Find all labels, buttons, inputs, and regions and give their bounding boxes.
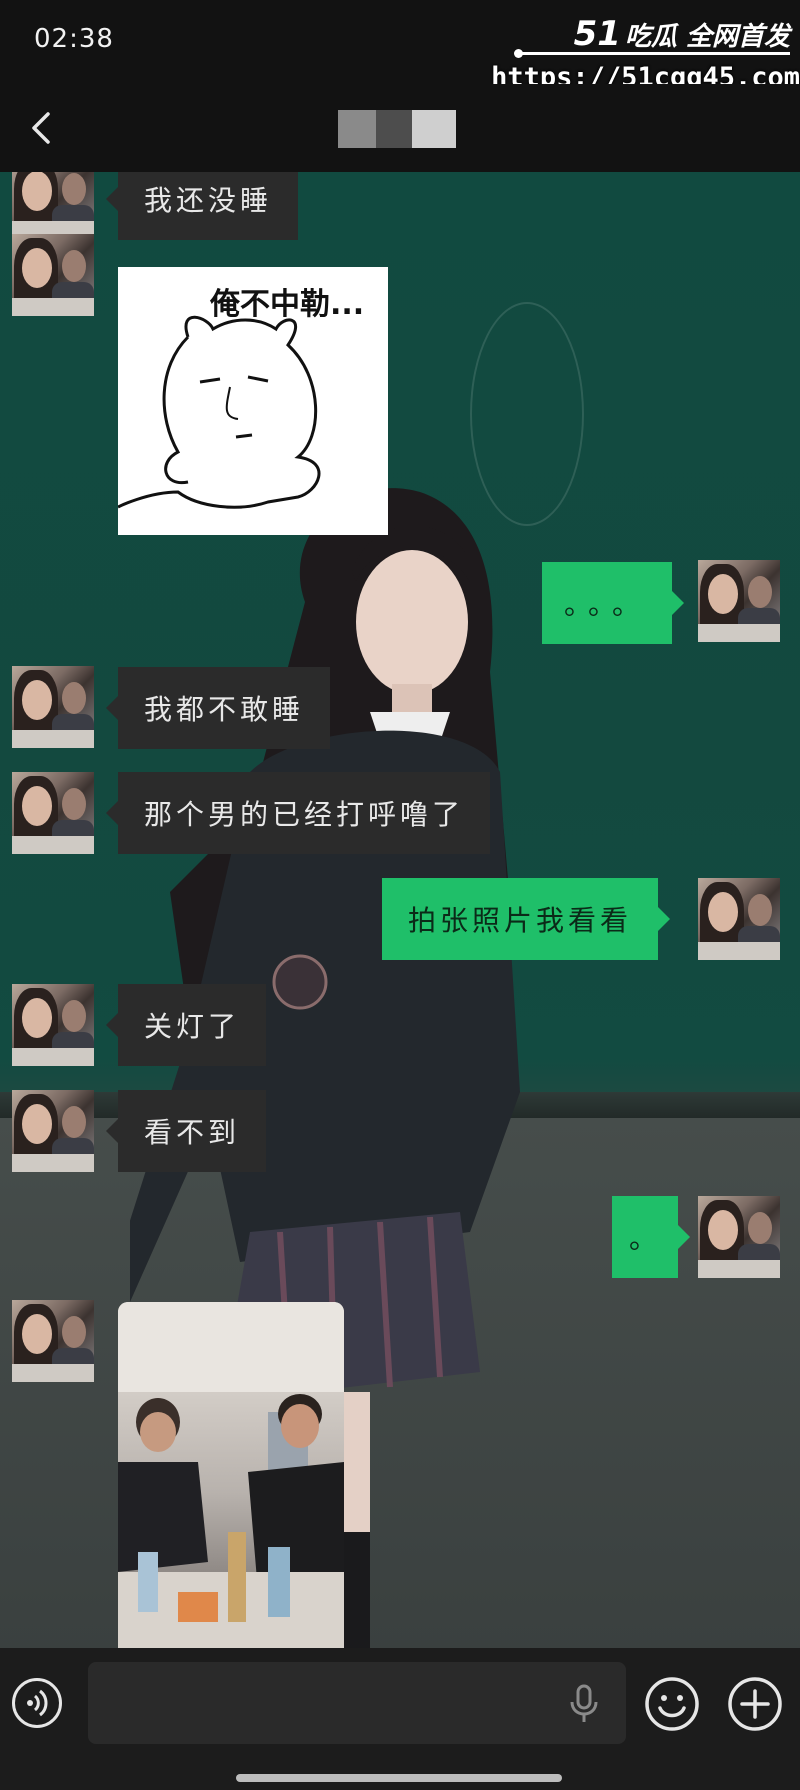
message-sticker[interactable]: 俺不中勒... <box>118 267 388 535</box>
contact-avatar[interactable] <box>12 666 94 748</box>
watermark-brand-text: 吃瓜 全网首发 <box>624 22 790 52</box>
contact-avatar[interactable] <box>12 234 94 316</box>
home-indicator[interactable] <box>236 1774 562 1782</box>
contact-name-redacted <box>338 110 456 148</box>
message-incoming[interactable]: 看不到 <box>105 1090 267 1172</box>
contact-avatar[interactable] <box>12 172 94 239</box>
message-outgoing[interactable]: 。。。 <box>542 562 684 644</box>
chat-header <box>0 84 800 172</box>
microphone-icon[interactable] <box>568 1684 600 1724</box>
message-outgoing[interactable]: 拍张照片我看看 <box>382 878 671 960</box>
watermark-brand-number: 51 <box>573 14 621 54</box>
plus-icon[interactable] <box>727 1676 783 1732</box>
watermark-underline <box>514 49 790 58</box>
my-avatar[interactable] <box>698 878 780 960</box>
message-outgoing[interactable]: 。 <box>612 1196 690 1278</box>
message-incoming[interactable]: 那个男的已经打呼噜了 <box>105 772 491 854</box>
message-incoming[interactable]: 我还没睡 <box>105 172 299 240</box>
contact-avatar[interactable] <box>12 984 94 1066</box>
message-image[interactable] <box>118 1302 344 1648</box>
message-incoming[interactable]: 关灯了 <box>105 984 267 1066</box>
my-avatar[interactable] <box>698 1196 780 1278</box>
contact-avatar[interactable] <box>12 772 94 854</box>
photo-content <box>118 1302 344 1648</box>
voice-icon[interactable] <box>12 1678 62 1728</box>
message-incoming[interactable]: 我都不敢睡 <box>105 667 331 749</box>
status-bar: 02:38 51 吃瓜 全网首发 https://51cgg45.com <box>0 0 800 93</box>
status-time: 02:38 <box>34 24 114 54</box>
chat-area[interactable]: 我还没睡 俺不中勒... 。。。 我都不敢睡 那个男的已经打呼噜了 拍张照片我看… <box>0 172 800 1648</box>
message-input[interactable] <box>88 1662 626 1744</box>
sticker-face-drawing <box>118 315 321 509</box>
contact-avatar[interactable] <box>12 1090 94 1172</box>
chevron-left-icon[interactable] <box>22 108 62 148</box>
emoji-icon[interactable] <box>644 1676 700 1732</box>
input-bar <box>0 1648 800 1790</box>
contact-avatar[interactable] <box>12 1300 94 1382</box>
watermark-brand: 51 吃瓜 全网首发 <box>574 14 790 54</box>
my-avatar[interactable] <box>698 560 780 642</box>
